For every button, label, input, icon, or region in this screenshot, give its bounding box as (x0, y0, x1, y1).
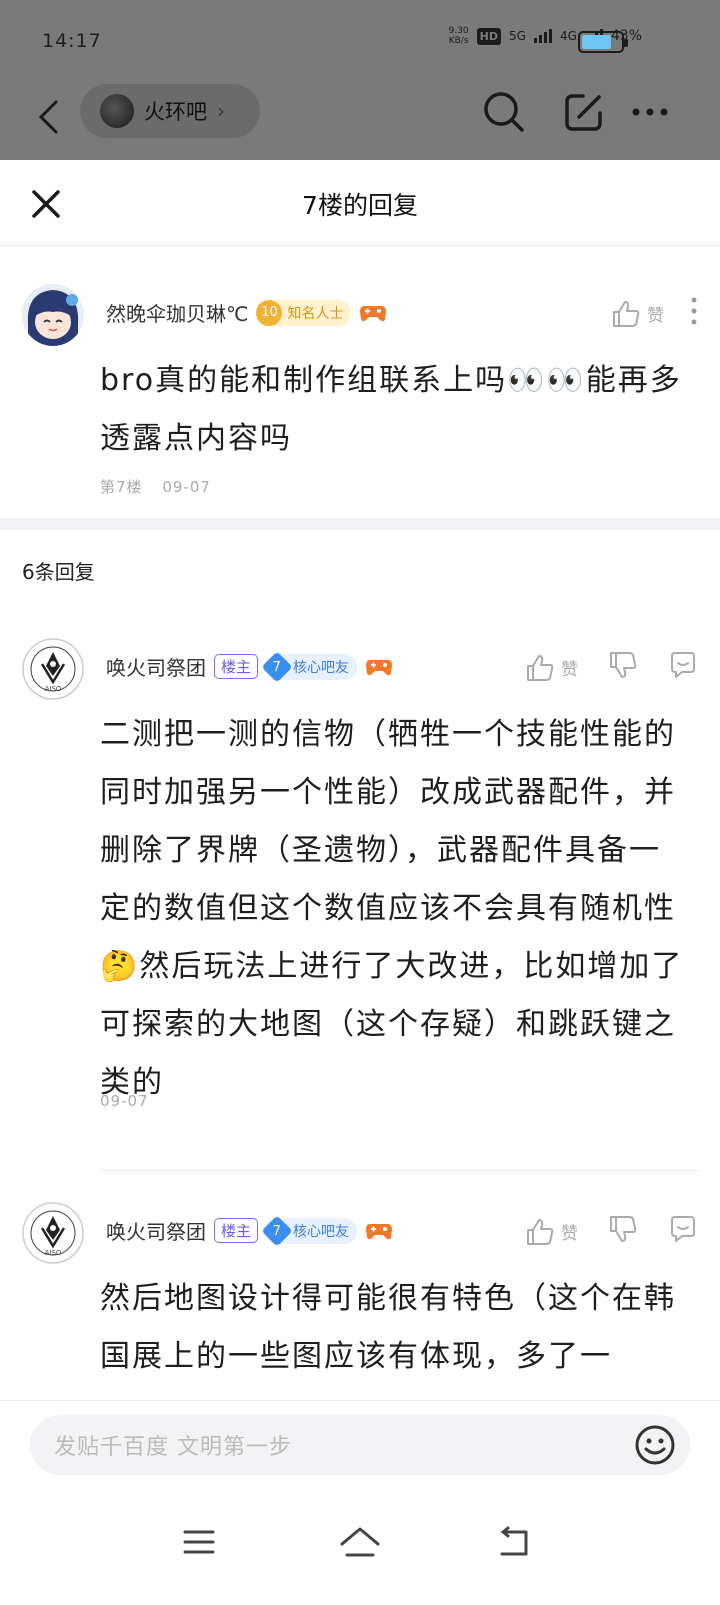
thumbs-up-icon (613, 300, 640, 327)
level-number: 7 (272, 1223, 282, 1238)
more-button[interactable] (626, 88, 674, 136)
comment-button[interactable] (668, 1214, 698, 1249)
reply-content: 二测把一测的信物（牺牲一个技能性能的同时加强另一个性能）改成武器配件，并删除了界… (100, 717, 684, 1100)
main-post: 然晚伞珈贝琳℃ 10 知名人士 赞 bro真的能和制作组联系上吗👀👀能再多透露点… (0, 246, 720, 518)
svg-text:AISO: AISO (45, 1249, 62, 1257)
system-nav-bar (0, 1496, 720, 1605)
status-time: 14:17 (42, 30, 102, 52)
section-divider (0, 518, 720, 530)
back-button[interactable] (28, 92, 68, 142)
level-badge: 10 知名人士 (256, 299, 352, 326)
compose-button[interactable] (560, 88, 608, 136)
status-bar: 14:17 9.30 KB/s HD 5G 4G 43% (0, 0, 720, 84)
post-content: bro真的能和制作组联系上吗👀👀能再多透露点内容吗 (100, 363, 682, 456)
more-icon (632, 108, 668, 116)
like-label: 赞 (561, 660, 578, 680)
signal-5g-icon: 5G (509, 29, 552, 43)
reply-item: AISO 唤火司祭团 楼主 7 核心吧友 赞 (0, 1194, 720, 1400)
comment-input-bar: 发贴千百度 文明第一步 (0, 1400, 720, 1496)
host-badge: 楼主 (214, 654, 259, 679)
gamepad-icon (359, 301, 387, 325)
hd-voice-icon: HD (476, 27, 501, 45)
level-number: 10 (256, 299, 283, 326)
back-nav-button[interactable] (490, 1518, 538, 1566)
reply-user-row: 唤火司祭团 楼主 7 核心吧友 (106, 1214, 393, 1247)
forum-chip[interactable]: 火环吧 › (80, 84, 260, 138)
level-number: 7 (272, 659, 282, 674)
reply-content: 然后地图设计得可能很有特色（这个在韩国展上的一些图应该有体现，多了一 (100, 1281, 676, 1374)
back-arrow-icon (38, 100, 58, 134)
search-button[interactable] (480, 88, 528, 136)
level-title: 知名人士 (287, 305, 344, 322)
avatar[interactable] (22, 284, 84, 346)
emblem-avatar-icon: AISO (22, 638, 84, 700)
host-badge: 楼主 (214, 1218, 259, 1243)
comment-icon (671, 652, 695, 678)
reply-count: 6条回复 (22, 560, 95, 584)
gamepad-icon (365, 1219, 393, 1243)
thumbs-down-icon (610, 1216, 637, 1242)
level-title: 核心吧友 (293, 659, 350, 676)
reply-actions: 赞 (525, 650, 698, 685)
home-button[interactable] (336, 1518, 384, 1566)
back-nav-icon (500, 1526, 528, 1556)
network-speed: 9.30 KB/s (448, 26, 469, 46)
compose-icon (565, 94, 602, 131)
level-title: 核心吧友 (293, 1223, 350, 1240)
reply-actions: 赞 (525, 1214, 698, 1249)
like-button[interactable]: 赞 (525, 1217, 578, 1247)
like-button[interactable]: 赞 (525, 653, 578, 683)
post-meta: 第7楼 09-07 (100, 476, 211, 497)
reply-date: 09-07 (100, 1092, 149, 1110)
comment-input[interactable]: 发贴千百度 文明第一步 (30, 1415, 690, 1475)
main-post-actions: 赞 (611, 296, 698, 331)
username[interactable]: 唤火司祭团 (106, 1216, 206, 1245)
vertical-more-icon (691, 297, 697, 325)
battery-icon (578, 31, 628, 53)
floor-number: 第7楼 (100, 478, 143, 496)
home-icon (340, 1527, 380, 1557)
like-label: 赞 (647, 306, 664, 326)
sheet-title: 7楼的回复 (302, 191, 418, 220)
emoji-button[interactable] (634, 1424, 676, 1466)
comment-icon (671, 1216, 695, 1242)
reply-sheet: 7楼的回复 然晚伞珈贝琳℃ 10 知名人士 赞 bro真的能和制作组联系上吗👀👀… (0, 160, 720, 1605)
menu-icon (183, 1530, 215, 1554)
username[interactable]: 然晚伞珈贝琳℃ (106, 298, 248, 327)
main-post-user-row: 然晚伞珈贝琳℃ 10 知名人士 (106, 298, 387, 327)
level-badge: 7 核心吧友 (261, 1214, 358, 1247)
anime-avatar-icon (22, 284, 84, 346)
input-placeholder: 发贴千百度 文明第一步 (54, 1435, 292, 1460)
recent-apps-button[interactable] (175, 1518, 223, 1566)
thumbs-down-icon (610, 652, 637, 678)
emblem-avatar-icon: AISO (22, 1202, 84, 1264)
level-badge: 7 核心吧友 (261, 650, 358, 683)
reply-item: AISO 唤火司祭团 楼主 7 核心吧友 赞 (0, 630, 720, 1170)
sheet-header: 7楼的回复 (0, 160, 720, 246)
reply-divider (100, 1170, 698, 1171)
post-date: 09-07 (162, 478, 211, 496)
dislike-button[interactable] (608, 1214, 638, 1249)
gamepad-icon (365, 655, 393, 679)
forum-name: 火环吧 (144, 100, 207, 124)
forum-avatar (100, 94, 134, 128)
comment-button[interactable] (668, 650, 698, 685)
thumbs-up-icon (527, 1218, 554, 1245)
search-icon (484, 92, 524, 132)
like-button[interactable]: 赞 (611, 299, 664, 329)
dislike-button[interactable] (608, 650, 638, 685)
emoji-icon (635, 1425, 675, 1465)
username[interactable]: 唤火司祭团 (106, 652, 206, 681)
like-label: 赞 (561, 1224, 578, 1244)
chevron-right-icon: › (217, 99, 225, 123)
forum-top-bar: 火环吧 › (0, 84, 720, 160)
svg-text:AISO: AISO (45, 685, 62, 693)
post-menu-button[interactable] (690, 296, 698, 331)
avatar[interactable]: AISO (22, 638, 84, 700)
thumbs-up-icon (527, 654, 554, 681)
avatar[interactable]: AISO (22, 1202, 84, 1264)
reply-user-row: 唤火司祭团 楼主 7 核心吧友 (106, 650, 393, 683)
